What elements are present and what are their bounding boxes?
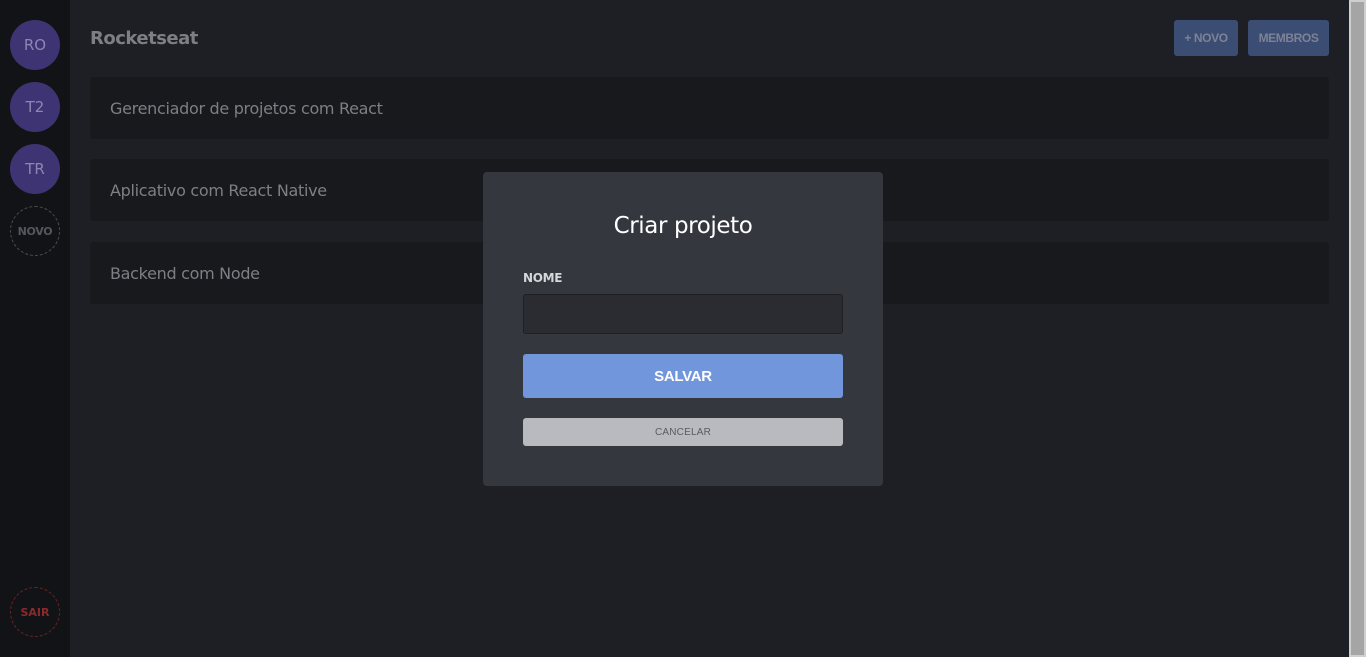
team-initials: RO [23,36,47,54]
name-label: NOME [523,271,563,285]
team-avatar-tr[interactable]: TR [10,144,60,194]
team-avatar-ro[interactable]: RO [10,20,60,70]
create-project-modal: Criar projeto NOME SALVAR CANCELAR [483,172,883,486]
members-button[interactable]: MEMBROS [1248,20,1329,56]
team-sidebar: RO T2 TR NOVO SAIR [0,0,70,657]
project-title: Gerenciador de projetos com React [110,98,383,118]
project-item[interactable]: Gerenciador de projetos com React [90,77,1329,139]
page-title: Rocketseat [90,28,198,49]
team-avatar-t2[interactable]: T2 [10,82,60,132]
team-initials: TR [25,160,45,178]
cancel-button[interactable]: CANCELAR [523,418,843,446]
new-team-label: NOVO [17,224,53,238]
project-name-input[interactable] [523,294,843,334]
team-initials: T2 [25,98,45,116]
modal-title: Criar projeto [613,213,753,239]
signout-button[interactable]: SAIR [10,587,60,637]
save-button[interactable]: SALVAR [523,354,843,398]
project-title: Aplicativo com React Native [110,180,327,200]
signout-label: SAIR [20,605,50,619]
new-team-button[interactable]: NOVO [10,206,60,256]
new-project-button[interactable]: + NOVO [1174,20,1238,56]
scrollbar-thumb[interactable] [1351,2,1364,655]
app-window: RO T2 TR NOVO SAIR Rocketseat + NOVO MEM… [0,0,1366,657]
project-title: Backend com Node [110,263,260,283]
vertical-scrollbar[interactable] [1349,0,1366,657]
